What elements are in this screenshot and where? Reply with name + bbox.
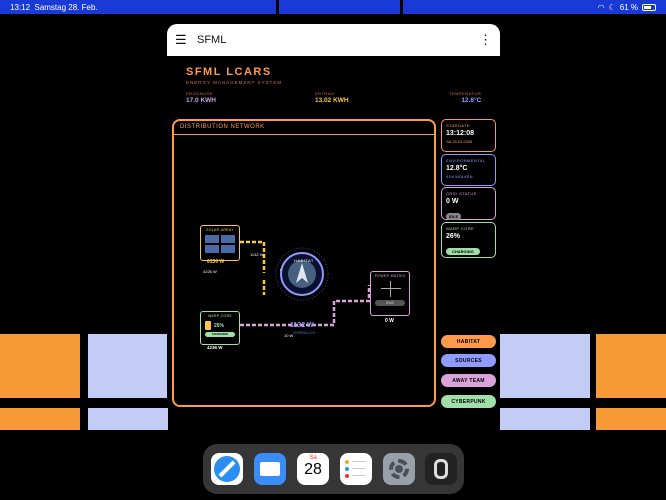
grid-value: 0 W xyxy=(385,318,394,324)
metric-ertrag: ERTRAG 13.02 KWH xyxy=(315,91,349,104)
solar-panel-icon xyxy=(221,235,235,243)
background-block-left-orange xyxy=(0,334,80,398)
dock: Sa 28 xyxy=(203,444,464,494)
grid-state-pill: IDLE xyxy=(375,300,405,306)
battery-level-icon xyxy=(205,321,211,330)
warp-percent: 26% xyxy=(214,322,225,329)
app-titlebar: ☰ SFML ⋮ xyxy=(167,24,500,56)
solar-panel-icon xyxy=(205,235,219,243)
brand-subtitle: ENERGY MANAGEMENT SYSTEM xyxy=(186,80,283,85)
grid-status-pill: IDLE xyxy=(446,213,462,220)
solar-panel-icon xyxy=(205,245,219,253)
status-time: 13:12 xyxy=(10,3,31,12)
solar-panel-icon xyxy=(221,245,235,253)
flow-label-solar-habitat: 1132 W xyxy=(250,252,264,257)
solar-array-node[interactable]: SOLAR ARRAY xyxy=(200,225,240,261)
wifi-icon: ◠ xyxy=(597,3,605,12)
stardate-card: STARDATE 13:12:08 SA 28.02.2026 xyxy=(441,119,496,152)
reminders-icon[interactable] xyxy=(340,453,372,485)
stardate-time: 13:12:08 xyxy=(446,130,475,137)
status-date: Samstag 28. Feb. xyxy=(34,3,98,12)
panel-header: DISTRIBUTION NETWORK xyxy=(174,121,434,135)
warp-state-pill: CHARGING xyxy=(205,332,235,337)
habitat-value: 1132 W xyxy=(290,322,314,329)
panel-title: DISTRIBUTION NETWORK xyxy=(180,124,265,130)
app-title: SFML xyxy=(197,34,227,46)
settings-icon[interactable] xyxy=(383,453,415,485)
nav-habitat-button[interactable]: HABITAT xyxy=(441,335,496,348)
background-bar-right-blue xyxy=(500,408,590,430)
background-bar-left-blue xyxy=(88,408,168,430)
warp-core-node[interactable]: WARP CORE 26% CHARGING xyxy=(200,311,240,345)
background-block-left-blue xyxy=(88,334,168,398)
more-options-icon[interactable]: ⋮ xyxy=(479,32,492,48)
background-bar-left-orange xyxy=(0,408,80,430)
metric-temperatur: TEMPERATUR 12.8°C xyxy=(449,91,482,104)
safari-icon[interactable] xyxy=(211,453,243,485)
warp-value: 4236 W xyxy=(207,345,223,350)
solar-flow: 4226 W xyxy=(203,269,217,274)
flow-label-warp-grid: 10 W xyxy=(284,333,294,338)
environmental-card: ENVIRONMENTAL 12.8°C 41% WOLKEN xyxy=(441,154,496,186)
flow-line-solar-habitat xyxy=(240,240,266,273)
hamburger-menu-icon[interactable]: ☰ xyxy=(175,32,197,48)
warp-core-card: WARP CORE 26% CHARGING xyxy=(441,222,496,258)
background-block-right-blue xyxy=(500,334,590,398)
mail-icon[interactable] xyxy=(254,453,286,485)
habitat-sub: VERBRAUCH xyxy=(293,331,315,335)
brand-title: SFML LCARS xyxy=(186,66,272,78)
power-pylon-icon xyxy=(371,278,409,298)
nav-sources-button[interactable]: SOURCES xyxy=(441,354,496,367)
habitat-label: HABITAT xyxy=(294,258,314,263)
status-bar: 13:12 Samstag 28. Feb. ◠ ☾ 61 % xyxy=(0,0,666,14)
grid-status-card: GRID STATUS 0 W IDLE xyxy=(441,187,496,220)
app-icon[interactable] xyxy=(425,453,457,485)
moon-icon: ☾ xyxy=(608,3,616,12)
background-bar-right-orange xyxy=(596,408,666,430)
solar-value: 6130 W xyxy=(207,259,225,265)
background-block-right-orange xyxy=(596,334,666,398)
battery-percent: 61 % xyxy=(619,3,638,12)
nav-away-team-button[interactable]: AWAY TEAM xyxy=(441,374,496,387)
nav-cyberpunk-button[interactable]: CYBERPUNK xyxy=(441,395,496,408)
metric-prognose: PROGNOSE 17.0 KWH xyxy=(186,91,216,104)
app-window: ☰ SFML ⋮ SFML LCARS ENERGY MANAGEMENT SY… xyxy=(167,24,500,414)
warp-status-pill: CHARGING xyxy=(446,248,480,255)
battery-icon xyxy=(642,4,656,11)
calendar-icon[interactable]: Sa 28 xyxy=(297,453,329,485)
distribution-network-panel: DISTRIBUTION NETWORK SOLAR ARRAY 6130 W … xyxy=(172,119,436,407)
power-matrix-node[interactable]: POWER MATRIX IDLE xyxy=(370,271,410,316)
